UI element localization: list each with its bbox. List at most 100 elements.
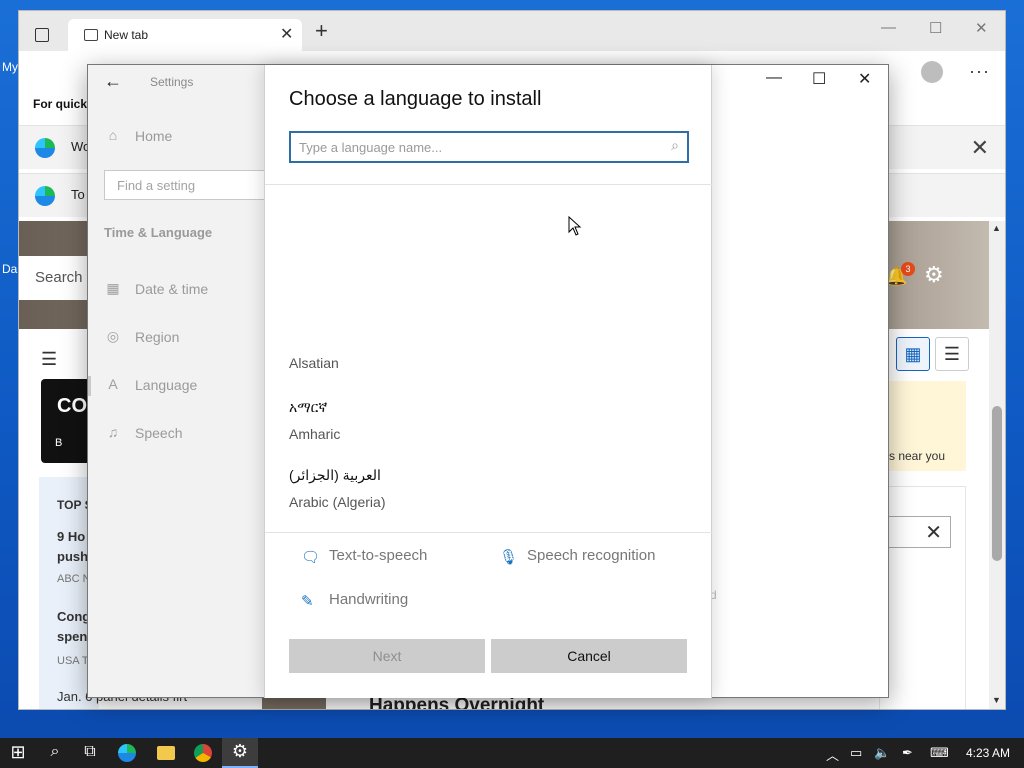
tab-strip: New tab ✕ + — ☐ ✕ xyxy=(19,11,1005,51)
news-line[interactable]: spen xyxy=(57,629,87,644)
menu-dots-icon[interactable]: ··· xyxy=(969,61,990,82)
nav-item-label: Date & time xyxy=(135,281,209,297)
search-icon: ⌕ xyxy=(671,137,679,153)
page-settings-gear-icon[interactable]: ⚙ xyxy=(924,262,944,288)
news-line[interactable]: push xyxy=(57,549,88,564)
tab-title: New tab xyxy=(104,28,149,42)
new-tab-page-icon xyxy=(84,29,98,41)
language-search-box[interactable]: ⌕ xyxy=(289,131,689,163)
volume-icon[interactable]: 🔈 xyxy=(874,745,890,761)
find-setting-placeholder: Find a setting xyxy=(117,178,196,193)
desktop-label-da: Da xyxy=(2,262,18,276)
nav-item-date-time[interactable]: ▦ Date & time xyxy=(88,270,265,310)
news-thumbnail[interactable] xyxy=(262,697,326,709)
settings-taskbar-button[interactable]: ⚙ xyxy=(222,738,258,768)
tray-chevron-icon[interactable]: ︿ xyxy=(826,745,839,764)
weather-card-text: rs near you xyxy=(885,449,946,463)
settings-gear-icon: ⚙ xyxy=(231,741,249,761)
dialog-title: Choose a language to install xyxy=(289,88,542,110)
cancel-button[interactable]: Cancel xyxy=(491,639,687,673)
next-button[interactable]: Next xyxy=(289,639,485,673)
nav-item-speech[interactable]: ♫ Speech xyxy=(88,414,265,454)
nav-item-language[interactable]: A Language xyxy=(88,366,265,406)
edge-logo-icon xyxy=(35,138,55,158)
grid-layout-icon[interactable]: ▦ xyxy=(896,337,930,371)
tab-close-icon[interactable]: ✕ xyxy=(280,24,293,44)
taskbar-clock[interactable]: 4:23 AM xyxy=(966,746,1010,760)
clear-icon[interactable]: ✕ xyxy=(925,520,942,545)
notification-text-2: To xyxy=(71,187,85,202)
choose-language-dialog: Choose a language to install ⌕ Alsatian … xyxy=(264,65,713,698)
language-icon: A xyxy=(108,376,118,392)
language-english-name: Amharic xyxy=(289,426,341,442)
settings-minimize-button[interactable]: — xyxy=(766,69,782,87)
browser-minimize-button[interactable]: — xyxy=(881,19,896,36)
settings-maximize-button[interactable]: ☐ xyxy=(812,69,826,89)
settings-nav: ← Settings ⌂ Home Find a setting Time & … xyxy=(88,65,276,697)
feed-menu-icon[interactable]: ☰ xyxy=(41,349,57,370)
scroll-up-icon[interactable]: ▲ xyxy=(992,223,1001,233)
nav-item-label: Speech xyxy=(135,425,183,441)
globe-icon: ◎ xyxy=(106,328,120,344)
nav-item-region[interactable]: ◎ Region xyxy=(88,318,265,358)
language-native-name: አማርኛ xyxy=(289,399,328,415)
news-line[interactable]: Cong xyxy=(57,609,90,624)
task-view-icon[interactable]: ⧉ xyxy=(79,743,101,761)
browser-maximize-button[interactable]: ☐ xyxy=(929,19,942,37)
mouse-cursor-icon xyxy=(568,216,582,236)
handwriting-icon: ✎ xyxy=(301,593,314,610)
file-explorer-icon[interactable] xyxy=(157,746,175,760)
side-input-box[interactable]: ✕ xyxy=(887,516,951,548)
nav-section-heading: Time & Language xyxy=(104,225,213,240)
language-search-input[interactable] xyxy=(299,138,659,156)
notification-close-icon[interactable]: ✕ xyxy=(971,135,989,161)
list-item-language[interactable]: العربية (الجزائر) Arabic (Algeria) xyxy=(289,467,385,510)
scroll-down-icon[interactable]: ▼ xyxy=(992,695,1001,705)
tab-new-tab[interactable]: New tab ✕ xyxy=(68,19,302,51)
list-layout-icon[interactable]: ☰ xyxy=(935,337,969,371)
microphone-icon: 🎙 xyxy=(499,549,519,566)
weather-card[interactable]: rs near you xyxy=(879,381,966,471)
settings-close-button[interactable]: ✕ xyxy=(858,69,871,89)
feature-label: Speech recognition xyxy=(527,547,656,564)
web-search-placeholder: Search t xyxy=(35,269,91,286)
tab-actions-icon[interactable] xyxy=(35,28,49,42)
profile-avatar[interactable] xyxy=(921,61,943,83)
edge-logo-icon xyxy=(35,186,55,206)
text-to-speech-icon: 🗨 xyxy=(301,549,321,566)
taskbar: ⊞ ⌕ ⧉ ⚙ ︿ ▭ 🔈 ✒ ⌨ 4:23 AM xyxy=(0,738,1024,768)
news-source: USA T xyxy=(57,655,89,667)
nav-item-home[interactable]: ⌂ Home xyxy=(88,117,265,157)
desktop-label-my: My xyxy=(2,60,18,74)
nav-item-label: Language xyxy=(135,377,198,393)
nav-item-label: Home xyxy=(135,128,173,144)
tile-subtext: B xyxy=(55,437,63,449)
settings-window: ← Settings ⌂ Home Find a setting Time & … xyxy=(87,64,889,698)
language-english-name: Arabic (Algeria) xyxy=(289,494,386,510)
calendar-clock-icon: ▦ xyxy=(106,280,120,296)
settings-title: Settings xyxy=(150,75,194,89)
list-item-language[interactable]: Alsatian xyxy=(289,355,339,371)
scrollbar-thumb[interactable] xyxy=(992,406,1002,561)
network-icon[interactable]: ▭ xyxy=(850,745,862,761)
language-english-name: Alsatian xyxy=(289,355,339,371)
news-line[interactable]: 9 Ho xyxy=(57,529,85,544)
list-item-language[interactable]: አማርኛ Amharic xyxy=(289,399,340,442)
list-bottom-divider xyxy=(265,532,713,533)
new-tab-button[interactable]: + xyxy=(315,20,328,42)
start-windows-icon[interactable]: ⊞ xyxy=(7,742,29,763)
page-scrollbar[interactable]: ▲ ▼ xyxy=(989,221,1005,709)
news-source: ABC N xyxy=(57,573,91,585)
edge-taskbar-icon[interactable] xyxy=(118,744,136,762)
keyboard-icon[interactable]: ⌨ xyxy=(930,745,949,761)
microphone-icon: ♫ xyxy=(107,424,119,440)
home-icon: ⌂ xyxy=(108,127,118,143)
browser-close-button[interactable]: ✕ xyxy=(975,19,988,37)
language-list[interactable]: Alsatian አማርኛ Amharic العربية (الجزائر) … xyxy=(265,185,713,531)
chrome-taskbar-icon[interactable] xyxy=(194,744,212,762)
pen-workspace-icon[interactable]: ✒ xyxy=(902,745,913,761)
feature-label: Text-to-speech xyxy=(329,547,428,564)
back-arrow-icon[interactable]: ← xyxy=(104,71,122,92)
taskbar-search-icon[interactable]: ⌕ xyxy=(44,743,66,761)
find-setting-input[interactable]: Find a setting xyxy=(104,170,276,200)
